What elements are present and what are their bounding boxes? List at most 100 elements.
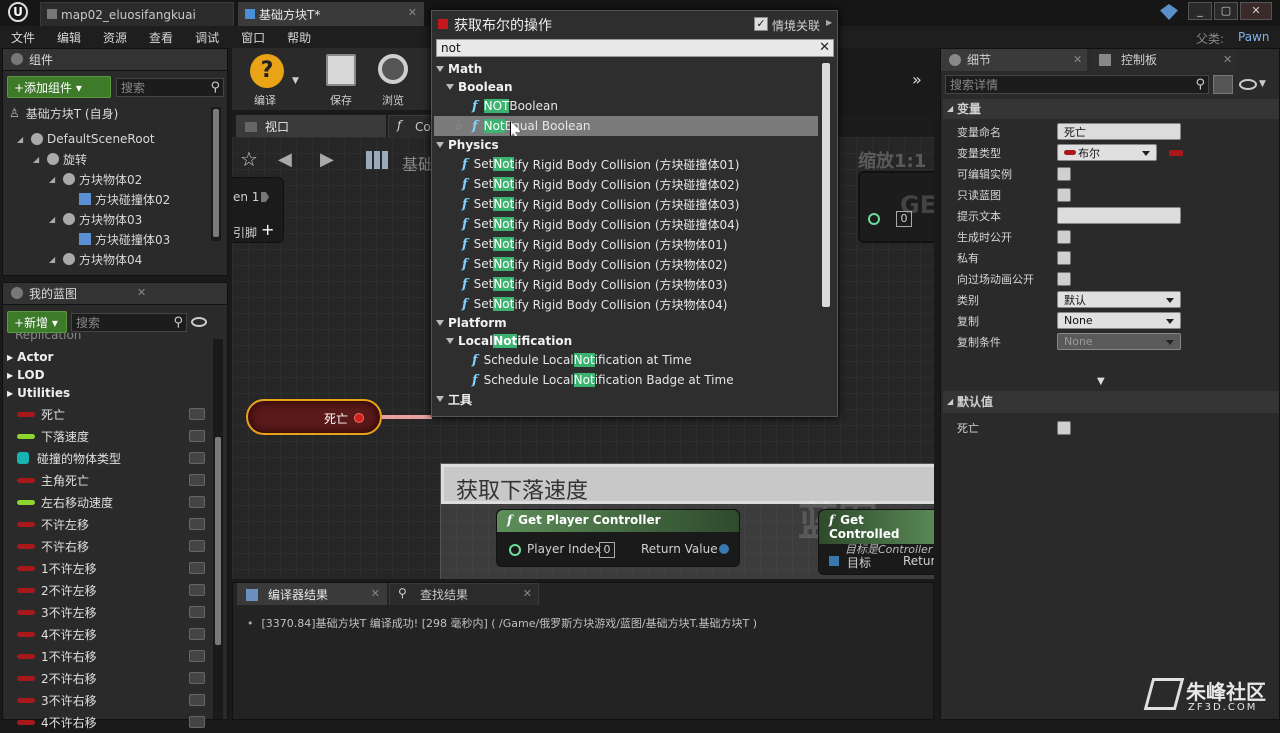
property-checkbox[interactable]: [1057, 166, 1071, 181]
tab-construction[interactable]: f Co: [388, 115, 434, 137]
property-checkbox[interactable]: [1057, 229, 1071, 244]
action-result-item[interactable]: f Set Not ify Rigid Body Collision (方块碰撞体0…: [434, 194, 818, 214]
close-icon[interactable]: ✕: [1073, 49, 1082, 71]
expand-arrow-icon[interactable]: ◢: [33, 155, 43, 164]
advanced-expand-icon[interactable]: ▼: [1097, 376, 1105, 387]
add-pin-icon[interactable]: +: [261, 220, 274, 239]
index-value[interactable]: 0: [896, 211, 912, 227]
browse-button[interactable]: 浏览: [370, 50, 420, 108]
components-search-input[interactable]: 搜索 ⚲: [116, 78, 224, 97]
menu-edit[interactable]: 编辑: [46, 29, 92, 46]
player-index-value[interactable]: 0: [599, 542, 615, 558]
action-result-item[interactable]: f Set Not ify Rigid Body Collision (方块物体02…: [434, 254, 818, 274]
variable-visibility-eye-icon[interactable]: [189, 584, 205, 596]
action-result-item[interactable]: f Set Not ify Rigid Body Collision (方块碰撞体0…: [434, 154, 818, 174]
variable-item[interactable]: 下落速度: [3, 425, 213, 447]
add-component-button[interactable]: +添加组件 ▾: [7, 76, 111, 98]
details-search-input[interactable]: 搜索详情 ⚲: [945, 75, 1209, 94]
close-icon[interactable]: ✕: [1223, 49, 1232, 71]
input-pin-icon[interactable]: [868, 213, 880, 225]
details-dropdown-arrow-icon[interactable]: ▼: [1259, 79, 1266, 89]
expand-arrow-icon[interactable]: ◢: [49, 255, 59, 264]
blueprint-scrollbar[interactable]: [213, 339, 223, 719]
action-result-item[interactable]: f Schedule Local Not ification at Time: [434, 350, 818, 370]
variable-visibility-eye-icon[interactable]: [189, 650, 205, 662]
visibility-eye-icon[interactable]: [1239, 79, 1257, 90]
component-tree-item[interactable]: 方块碰撞体02: [3, 189, 213, 209]
expand-arrow-icon[interactable]: ◢: [49, 175, 59, 184]
property-text-field[interactable]: [1057, 207, 1181, 224]
category-lod[interactable]: ▶ LOD: [7, 365, 45, 385]
parent-class-value[interactable]: Pawn: [1238, 30, 1269, 44]
category-utilities[interactable]: ▶ Utilities: [7, 383, 70, 403]
variable-item[interactable]: 死亡: [3, 403, 213, 425]
favorite-star-icon[interactable]: ☆: [454, 120, 464, 133]
variable-visibility-eye-icon[interactable]: [189, 452, 205, 464]
expand-arrow-icon[interactable]: ◢: [17, 135, 27, 144]
expand-arrow-icon[interactable]: ◢: [49, 215, 59, 224]
variable-visibility-eye-icon[interactable]: [189, 540, 205, 552]
favorite-star-icon[interactable]: ☆: [240, 147, 258, 171]
section-default-value[interactable]: ◢ 默认值: [943, 391, 1279, 413]
partial-node[interactable]: en 1 引脚 +: [232, 177, 284, 243]
compile-button[interactable]: ? 编译: [238, 50, 298, 108]
property-dropdown[interactable]: None: [1057, 333, 1181, 350]
property-checkbox[interactable]: [1057, 250, 1071, 265]
close-icon[interactable]: ✕: [137, 286, 146, 299]
action-category[interactable]: Boolean: [434, 78, 818, 96]
scroll-thumb[interactable]: [215, 437, 221, 645]
component-tree-item[interactable]: ◢ DefaultSceneRoot: [3, 129, 213, 149]
variable-item[interactable]: 2不许左移: [3, 579, 213, 601]
replication-category[interactable]: Replication: [15, 333, 81, 343]
component-tree-item[interactable]: ◢ 方块物体04: [3, 249, 213, 269]
variable-visibility-eye-icon[interactable]: [189, 430, 205, 442]
property-checkbox[interactable]: [1057, 187, 1071, 202]
component-tree-item[interactable]: ◢ 旋转: [3, 149, 213, 169]
components-tab[interactable]: 组件: [3, 49, 227, 71]
action-result-item[interactable]: f Set Not ify Rigid Body Collision (方块物体01…: [434, 234, 818, 254]
action-result-item[interactable]: f Set Not ify Rigid Body Collision (方块物体04…: [434, 294, 818, 314]
clear-search-icon[interactable]: ✕: [819, 40, 830, 56]
popup-search-input[interactable]: not ✕: [436, 39, 834, 57]
toolbar-overflow-icon[interactable]: »: [912, 70, 922, 89]
action-category[interactable]: Physics: [434, 136, 818, 154]
save-button[interactable]: 保存: [320, 50, 364, 108]
action-result-item[interactable]: f Set Not ify Rigid Body Collision (方块物体03…: [434, 274, 818, 294]
variable-item[interactable]: 主角死亡: [3, 469, 213, 491]
property-checkbox[interactable]: [1057, 271, 1071, 286]
variable-item[interactable]: 1不许右移: [3, 645, 213, 667]
variable-item[interactable]: 左右移动速度: [3, 491, 213, 513]
components-scrollbar[interactable]: [211, 107, 221, 241]
action-result-item[interactable]: f Schedule Local Not ification Badge at Ti…: [434, 370, 818, 390]
close-icon[interactable]: ✕: [408, 6, 417, 19]
variable-visibility-eye-icon[interactable]: [189, 496, 205, 508]
component-tree-item[interactable]: ◢ 方块物体03: [3, 209, 213, 229]
scroll-thumb[interactable]: [822, 63, 830, 307]
action-result-item[interactable]: ☆ f Not Equal Boolean: [434, 116, 818, 136]
get-player-controller-node[interactable]: f Get Player Controller Player Index 0 Re…: [496, 509, 740, 567]
close-icon[interactable]: ✕: [523, 587, 532, 600]
category-actor[interactable]: ▶ Actor: [7, 347, 53, 367]
exec-pin-icon[interactable]: [261, 192, 269, 202]
tab-details[interactable]: 细节 ✕: [941, 49, 1087, 71]
my-blueprint-tab[interactable]: 我的蓝图 ✕: [3, 283, 227, 305]
tab-find-results[interactable]: ⚲ 查找结果 ✕: [389, 583, 539, 605]
section-variable[interactable]: ◢ 变量: [943, 99, 1279, 119]
menu-debug[interactable]: 调试: [184, 29, 230, 46]
variable-type-dropdown[interactable]: 布尔: [1057, 144, 1157, 161]
variable-visibility-eye-icon[interactable]: [189, 716, 205, 728]
graph-hierarchy-icon[interactable]: [366, 151, 388, 169]
property-text-field[interactable]: 死亡: [1057, 123, 1181, 140]
source-control-icon[interactable]: [1160, 4, 1178, 20]
variable-node-dead[interactable]: 死亡: [246, 399, 382, 435]
variable-item[interactable]: 3不许左移: [3, 601, 213, 623]
forward-arrow-icon[interactable]: ▶: [320, 149, 334, 170]
variable-visibility-eye-icon[interactable]: [189, 408, 205, 420]
action-category[interactable]: Local Not ification: [434, 332, 818, 350]
context-sensitive-checkbox[interactable]: ✓: [754, 17, 768, 31]
variable-visibility-eye-icon[interactable]: [189, 518, 205, 530]
maximize-button[interactable]: ▢: [1214, 2, 1238, 20]
document-tab-blueprint[interactable]: 基础方块T* ✕: [238, 2, 424, 26]
scroll-thumb[interactable]: [213, 109, 219, 237]
default-value-checkbox[interactable]: [1057, 420, 1071, 435]
